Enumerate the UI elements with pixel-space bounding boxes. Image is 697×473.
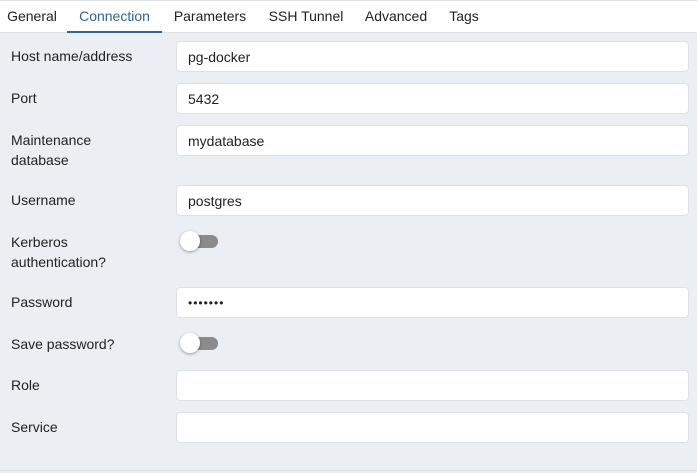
save-password-toggle-knob xyxy=(180,333,200,353)
kerberos-toggle-knob xyxy=(180,231,200,251)
port-label: Port xyxy=(11,90,37,106)
tab-bar: General Connection Parameters SSH Tunnel… xyxy=(0,0,697,33)
save-password-label: Save password? xyxy=(11,336,115,352)
tab-advanced[interactable]: Advanced xyxy=(358,1,434,33)
role-input[interactable] xyxy=(176,370,689,401)
kerberos-label-line1: Kerberos xyxy=(11,234,68,250)
service-input[interactable] xyxy=(176,412,689,443)
tab-ssh-tunnel[interactable]: SSH Tunnel xyxy=(262,1,350,33)
tab-tags[interactable]: Tags xyxy=(442,1,486,33)
maintenance-db-label: Maintenance database xyxy=(11,130,161,170)
host-input[interactable] xyxy=(176,41,689,72)
maintenance-db-input[interactable] xyxy=(176,125,689,156)
username-label: Username xyxy=(11,192,76,208)
port-input[interactable] xyxy=(176,83,689,114)
service-label: Service xyxy=(11,419,58,435)
tab-general[interactable]: General xyxy=(0,1,64,33)
role-label: Role xyxy=(11,377,40,393)
password-label: Password xyxy=(11,294,73,310)
username-input[interactable] xyxy=(176,185,689,216)
bottom-divider xyxy=(0,470,697,471)
kerberos-label: Kerberos authentication? xyxy=(11,232,161,272)
kerberos-toggle[interactable] xyxy=(178,230,220,252)
tab-parameters[interactable]: Parameters xyxy=(166,1,254,33)
maintenance-db-label-line2: database xyxy=(11,152,69,168)
save-password-toggle[interactable] xyxy=(178,332,220,354)
kerberos-label-line2: authentication? xyxy=(11,254,106,270)
maintenance-db-label-line1: Maintenance xyxy=(11,132,92,148)
host-label: Host name/address xyxy=(11,48,133,64)
tab-connection[interactable]: Connection xyxy=(67,1,162,33)
password-input[interactable] xyxy=(176,287,689,318)
